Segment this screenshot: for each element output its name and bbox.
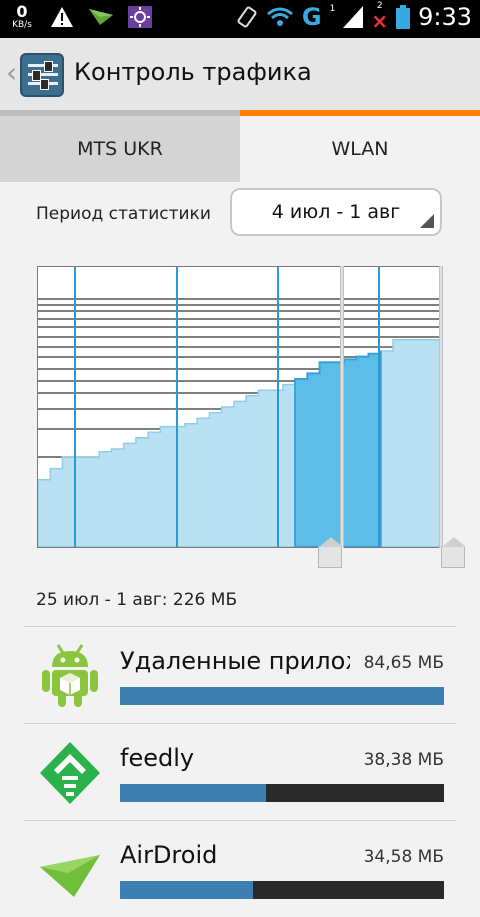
range-end-handle[interactable]	[441, 537, 466, 568]
period-row: Период статистики 4 июл - 1 авг	[0, 186, 480, 242]
range-start-handle[interactable]	[318, 537, 343, 568]
network-speed-indicator: 0 KB/s	[12, 2, 32, 30]
usage-bar-fill	[120, 784, 266, 802]
usage-bar	[120, 881, 444, 899]
paper-plane-icon	[89, 9, 113, 25]
usage-bar	[120, 784, 444, 802]
clock: 9:33	[418, 2, 472, 31]
app-name: Удаленные приложения	[120, 647, 350, 675]
usage-bar-fill	[120, 687, 444, 705]
back-caret-icon[interactable]: ‹	[6, 56, 17, 89]
usage-bar-fill	[120, 881, 253, 899]
rotation-icon	[237, 6, 257, 27]
android-robot-icon	[42, 644, 98, 707]
range-summary: 25 июл - 1 авг: 226 МБ	[36, 590, 238, 610]
airdroid-icon	[40, 855, 100, 897]
selected-usage-area	[294, 351, 382, 547]
wifi-icon	[266, 7, 293, 26]
warning-icon	[51, 7, 73, 27]
tab-mts-ukr[interactable]: MTS UKR	[0, 110, 240, 182]
settings-sliders-icon[interactable]	[20, 53, 64, 97]
app-usage-list: Удаленные приложения 84,65 МБ feedly 38,…	[24, 626, 456, 917]
period-value: 4 июл - 1 авг	[271, 201, 401, 223]
status-bar: 0 KB/s G 1 2 × 9:33	[0, 0, 480, 38]
period-label: Период статистики	[36, 204, 211, 224]
usage-bar	[120, 687, 444, 705]
app-name: AirDroid	[120, 841, 218, 869]
range-start-line	[340, 266, 344, 548]
sim2-label: 2	[376, 1, 383, 11]
list-item[interactable]: Удаленные приложения 84,65 МБ	[24, 626, 456, 723]
feedly-icon	[40, 742, 100, 804]
action-bar: ‹ Контроль трафика	[0, 38, 480, 111]
range-end-line	[439, 266, 443, 548]
list-item[interactable]: AirDroid 34,58 МБ	[24, 820, 456, 917]
dropdown-triangle-icon	[420, 214, 434, 228]
tab-wlan[interactable]: WLAN	[240, 110, 480, 182]
app-size: 34,58 МБ	[363, 847, 444, 867]
sim1-label: 1	[329, 3, 336, 14]
signal-icon	[343, 5, 364, 28]
page-title: Контроль трафика	[74, 58, 312, 86]
weather-sun-icon	[128, 6, 152, 28]
no-signal-icon: ×	[371, 9, 389, 33]
network-type: G	[301, 2, 322, 31]
app-size: 84,65 МБ	[363, 653, 444, 673]
sim-tabs: MTS UKR WLAN	[0, 110, 480, 182]
battery-icon	[396, 4, 411, 29]
app-size: 38,38 МБ	[363, 750, 444, 770]
app-name: feedly	[120, 744, 195, 772]
list-item[interactable]: feedly 38,38 МБ	[24, 723, 456, 820]
traffic-chart-svg	[38, 267, 442, 547]
period-dropdown[interactable]: 4 июл - 1 авг	[230, 188, 442, 236]
traffic-chart	[37, 266, 443, 548]
